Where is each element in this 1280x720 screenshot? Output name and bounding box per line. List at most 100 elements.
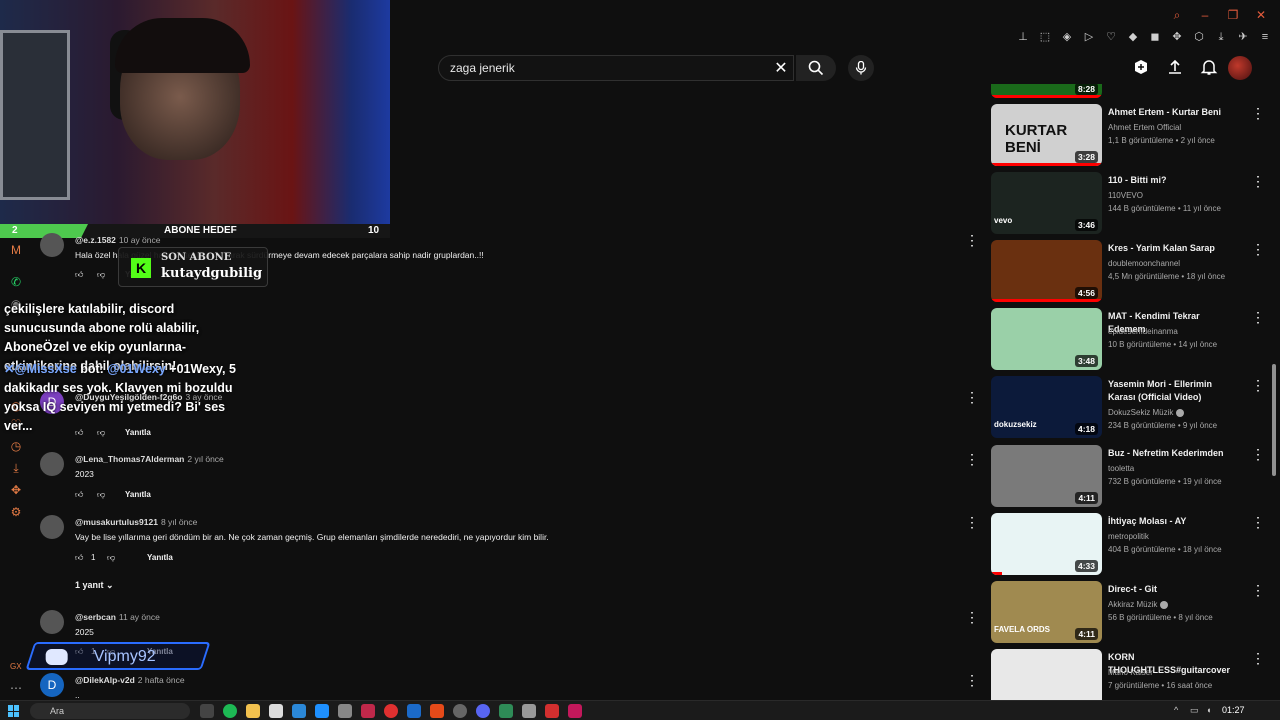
related-video[interactable]: 4:33 İhtiyaç Molası - AY metropolitik 404 B… (991, 513, 1266, 575)
music-icon[interactable]: M (8, 242, 24, 258)
video-menu-icon[interactable]: ⋮ (1251, 651, 1265, 665)
comment-author[interactable]: @DilekAlp-v2d (75, 675, 135, 685)
video-menu-icon[interactable]: ⋮ (1251, 174, 1265, 188)
upload-icon[interactable] (1166, 58, 1184, 76)
comment-avatar[interactable] (40, 515, 64, 539)
close-icon[interactable]: ✕ (1254, 8, 1268, 22)
like-icon[interactable]: 👍︎ (75, 490, 83, 500)
whatsapp-icon[interactable]: ✆ (8, 274, 24, 290)
comment-time[interactable]: 2 yıl önce (187, 454, 223, 464)
video-title[interactable]: Yasemin Mori - Ellerimin Karası (Officia… (1108, 378, 1238, 404)
comment-avatar[interactable] (40, 233, 64, 257)
app-icon[interactable] (430, 704, 444, 718)
comment-avatar[interactable]: D (40, 673, 64, 697)
search-input[interactable]: zaga jenerik ✕ (438, 55, 794, 81)
scrollbar[interactable] (1272, 364, 1276, 476)
video-thumbnail[interactable]: FAVELA ORDS 4:11 (991, 581, 1102, 643)
video-menu-icon[interactable]: ⋮ (1251, 310, 1265, 324)
comment-author[interactable]: @serbcan (75, 612, 116, 622)
ai-icon[interactable]: ✈ (1236, 30, 1250, 44)
video-thumbnail[interactable]: 4:11 (991, 445, 1102, 507)
download-icon[interactable]: ⤓ (1214, 30, 1228, 44)
opera-gx-icon[interactable] (361, 704, 375, 718)
app-icon[interactable] (292, 704, 306, 718)
dislike-icon[interactable]: 👎︎ (97, 270, 105, 280)
video-menu-icon[interactable]: ⋮ (1251, 583, 1265, 597)
windows-start-icon[interactable] (8, 705, 20, 717)
video-title[interactable]: Direc-t - Git (1108, 583, 1238, 596)
video-menu-icon[interactable]: ⋮ (1251, 242, 1265, 256)
related-video[interactable]: FAVELA ORDS 4:11 Direc-t - Git Akkiraz Müzi… (991, 581, 1266, 643)
channel-name[interactable]: DokuzSekiz Müzik (1108, 408, 1185, 417)
play-icon[interactable]: ▷ (1082, 30, 1096, 44)
opera-icon[interactable] (384, 704, 398, 718)
video-thumbnail[interactable]: 4:33 (991, 513, 1102, 575)
pin-icon[interactable]: ⊥ (1016, 30, 1030, 44)
volume-icon[interactable]: ◖ (1206, 704, 1216, 716)
comment-time[interactable]: 11 ay önce (119, 612, 160, 622)
extension-icon[interactable]: ◆ (1126, 30, 1140, 44)
comment-time[interactable]: 2 hafta önce (138, 675, 185, 685)
related-video[interactable]: dokuzsekiz 4:18 Yasemin Mori - Ellerimin K… (991, 376, 1266, 438)
app-icon[interactable] (545, 704, 559, 718)
history-icon[interactable]: ◷ (8, 438, 24, 454)
channel-name[interactable]: Ahmet Ertem Official (1108, 123, 1181, 132)
channel-name[interactable]: 110VEVO (1108, 191, 1143, 200)
maximize-icon[interactable]: ❐ (1226, 8, 1240, 22)
comment-avatar[interactable] (40, 610, 64, 634)
comment-time[interactable]: 10 ay önce (119, 235, 161, 245)
reply-button[interactable]: Yanıtla (125, 490, 151, 499)
related-video[interactable]: 4:11 Buz - Nefretim Kederimden tooletta 732… (991, 445, 1266, 507)
like-icon[interactable]: 👍︎ (75, 553, 83, 563)
download-icon[interactable]: ⤓ (8, 460, 24, 476)
account-avatar[interactable] (1228, 56, 1252, 80)
spotify-icon[interactable] (223, 704, 237, 718)
comment-author[interactable]: @musakurtulus9121 (75, 517, 158, 527)
file-explorer-icon[interactable] (246, 704, 260, 718)
app-icon[interactable] (568, 704, 582, 718)
replies-toggle[interactable]: 1 yanıt ⌄ (75, 580, 114, 591)
network-icon[interactable]: ▭ (1190, 704, 1200, 716)
comment-author[interactable]: @Lena_Thomas7Alderman (75, 454, 184, 464)
channel-name[interactable]: metropolitik (1108, 532, 1149, 541)
task-view-icon[interactable] (200, 704, 214, 718)
related-video[interactable]: vevo 3:46 110 - Bitti mi? 110VEVO 144 B görü… (991, 172, 1266, 234)
video-thumbnail[interactable]: 4:56 (991, 240, 1102, 302)
comment-menu-icon[interactable]: ⋮ (965, 233, 979, 247)
app-icon[interactable] (338, 704, 352, 718)
video-thumbnail[interactable]: dokuzsekiz 4:18 (991, 376, 1102, 438)
notifications-bell-icon[interactable] (1200, 58, 1218, 76)
comment-time[interactable]: 8 yıl önce (161, 517, 197, 527)
voice-search-button[interactable] (848, 55, 874, 81)
video-menu-icon[interactable]: ⋮ (1251, 106, 1265, 120)
channel-name[interactable]: Akkiraz Müzik (1108, 600, 1169, 609)
channel-name[interactable]: epidesemdeinanma (1108, 327, 1178, 336)
related-video[interactable]: KURTAR BENİ 3:28 Ahmet Ertem - Kurtar Beni… (991, 104, 1266, 166)
settings-gear-icon[interactable]: ⚙ (8, 504, 24, 520)
search-icon[interactable]: ⌕ (1170, 8, 1184, 22)
video-thumbnail[interactable]: 8:28 (991, 84, 1102, 98)
like-icon[interactable]: 👍︎ (75, 270, 83, 280)
create-icon[interactable] (1132, 58, 1150, 76)
search-query[interactable]: zaga jenerik (450, 61, 515, 75)
search-button[interactable] (796, 55, 836, 81)
app-icon[interactable] (499, 704, 513, 718)
minimize-icon[interactable]: – (1198, 8, 1212, 22)
app-icon[interactable] (453, 704, 467, 718)
channel-name[interactable]: tooletta (1108, 464, 1134, 473)
comment-menu-icon[interactable]: ⋮ (965, 610, 979, 624)
video-menu-icon[interactable]: ⋮ (1251, 515, 1265, 529)
comment-menu-icon[interactable]: ⋮ (965, 515, 979, 529)
menu-icon[interactable]: ≡ (1258, 30, 1272, 44)
video-title[interactable]: 110 - Bitti mi? (1108, 174, 1238, 187)
reply-button[interactable]: Yanıtla (147, 553, 173, 562)
notepad-icon[interactable] (269, 704, 283, 718)
app-icon[interactable] (315, 704, 329, 718)
related-video[interactable]: 8:28 (991, 84, 1266, 98)
dislike-icon[interactable]: 👎︎ (107, 553, 115, 563)
puzzle-icon[interactable]: ✥ (1170, 30, 1184, 44)
more-icon[interactable]: ⋯ (8, 680, 24, 696)
video-menu-icon[interactable]: ⋮ (1251, 447, 1265, 461)
app-icon[interactable] (522, 704, 536, 718)
comment-menu-icon[interactable]: ⋮ (965, 390, 979, 404)
